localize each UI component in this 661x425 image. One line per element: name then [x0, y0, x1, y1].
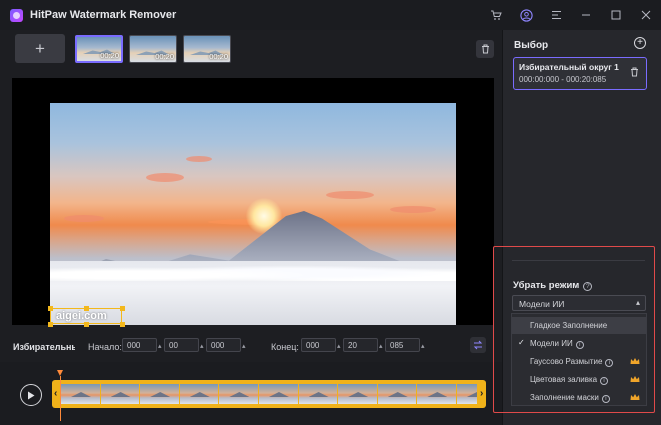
cart-icon[interactable]	[481, 0, 511, 30]
account-icon[interactable]	[511, 0, 541, 30]
selection-label: Избирательны...	[13, 342, 75, 352]
thumbnail-duration: 00:20	[209, 52, 228, 61]
watermark-text: aigei.com	[56, 310, 107, 322]
resize-handle[interactable]	[83, 321, 89, 327]
end-ms-input[interactable]: 085	[385, 338, 420, 352]
menu-icon[interactable]	[541, 0, 571, 30]
title-bar: HitPaw Watermark Remover	[0, 0, 661, 30]
end-hours-input[interactable]: 000	[301, 338, 336, 352]
swap-button[interactable]	[470, 337, 486, 353]
thumbnail-duration: 00:20	[100, 51, 119, 60]
media-thumbnail[interactable]: 00:20	[129, 35, 177, 63]
highlight-frame	[493, 246, 655, 413]
video-preview[interactable]	[12, 78, 494, 325]
maximize-icon[interactable]	[601, 0, 631, 30]
stepper-arrows[interactable]: ▴	[421, 342, 427, 350]
playhead-line	[59, 376, 61, 421]
add-region-button[interactable]: +	[634, 37, 646, 49]
end-minutes-input[interactable]: 20	[343, 338, 378, 352]
resize-handle[interactable]	[47, 321, 53, 327]
add-media-button[interactable]: +	[15, 34, 65, 63]
minimize-icon[interactable]	[571, 0, 601, 30]
timeline-frames	[61, 384, 477, 404]
resize-handle[interactable]	[119, 321, 125, 327]
swap-icon	[473, 340, 483, 350]
video-frame	[50, 103, 456, 325]
app-logo-icon	[10, 8, 23, 22]
start-label: Начало:	[88, 342, 122, 352]
start-minutes-input[interactable]: 00	[164, 338, 199, 352]
delete-region-button[interactable]	[630, 67, 639, 80]
stepper-arrows[interactable]: ▴	[242, 342, 248, 350]
trim-end-handle[interactable]: ›	[480, 388, 483, 399]
start-hours-input[interactable]: 000	[122, 338, 157, 352]
media-thumbnail[interactable]: 00:20	[75, 35, 123, 63]
end-label: Конец:	[271, 342, 299, 352]
resize-handle[interactable]	[83, 305, 89, 311]
trash-icon	[631, 67, 638, 77]
selection-panel-title: Выбор	[514, 40, 549, 51]
region-name: Избирательный округ 1	[519, 62, 619, 72]
media-thumbnail[interactable]: 00:20	[183, 35, 231, 63]
thumbnail-duration: 00:20	[155, 52, 174, 61]
resize-handle[interactable]	[119, 305, 125, 311]
app-title: HitPaw Watermark Remover	[30, 9, 177, 21]
region-card[interactable]: Избирательный округ 1 000:00:000 - 000:2…	[513, 57, 647, 90]
play-icon	[28, 391, 35, 399]
media-strip: + 00:20 00:20 00:20	[0, 30, 502, 70]
trash-icon	[481, 44, 489, 54]
resize-handle[interactable]	[47, 305, 53, 311]
play-button[interactable]	[20, 384, 42, 406]
trim-start-handle[interactable]: ‹	[54, 388, 57, 399]
delete-media-button[interactable]	[476, 40, 494, 58]
region-time: 000:00:000 - 000:20:085	[519, 75, 607, 84]
close-icon[interactable]	[631, 0, 661, 30]
start-ms-input[interactable]: 000	[206, 338, 241, 352]
